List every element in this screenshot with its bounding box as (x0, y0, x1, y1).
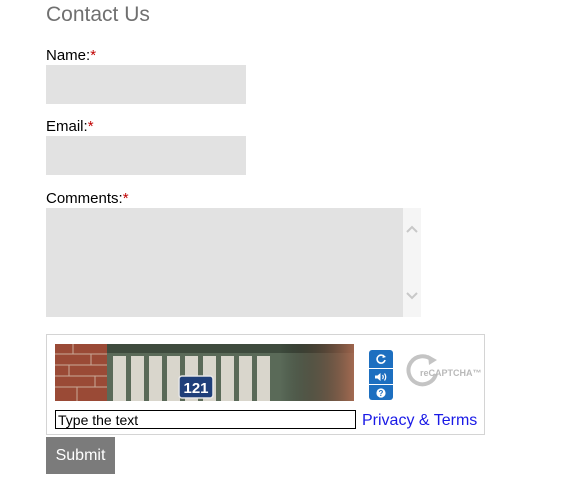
captcha-text-input[interactable] (55, 410, 356, 429)
name-label-group: Name:* (46, 47, 96, 64)
refresh-button[interactable] (369, 350, 393, 368)
recaptcha-logo-text: reCAPTCHA™ (420, 368, 482, 378)
name-input[interactable] (46, 65, 246, 104)
comments-text-area[interactable] (46, 208, 403, 317)
captcha-widget: 121 ? reCAPTCHA™ Type the text Privacy &… (46, 334, 485, 435)
email-label: Email: (46, 118, 88, 135)
scroll-down-icon[interactable] (406, 291, 418, 301)
privacy-terms-link[interactable]: Privacy & Terms (362, 412, 477, 430)
audio-button[interactable] (369, 369, 393, 384)
help-button[interactable]: ? (369, 385, 393, 400)
email-label-group: Email:* (46, 118, 94, 135)
refresh-icon[interactable] (375, 353, 387, 365)
scroll-up-icon[interactable] (406, 224, 418, 234)
submit-button[interactable]: Submit (46, 437, 115, 474)
audio-icon[interactable] (374, 372, 388, 382)
comments-label: Comments: (46, 190, 123, 207)
comments-textarea[interactable] (46, 208, 421, 317)
page-title: Contact Us (46, 3, 150, 26)
required-mark: * (90, 47, 97, 64)
svg-text:?: ? (379, 389, 384, 398)
required-mark: * (122, 190, 129, 207)
captcha-controls: ? (369, 350, 393, 401)
comments-scrollbar[interactable] (403, 208, 421, 317)
comments-label-group: Comments:* (46, 190, 129, 207)
captcha-image: 121 (55, 344, 354, 401)
help-icon[interactable]: ? (376, 387, 386, 398)
required-mark: * (87, 118, 94, 135)
email-input[interactable] (46, 136, 246, 175)
recaptcha-logo: reCAPTCHA™ (406, 352, 484, 392)
name-label: Name: (46, 47, 91, 64)
captcha-number: 121 (183, 380, 208, 397)
